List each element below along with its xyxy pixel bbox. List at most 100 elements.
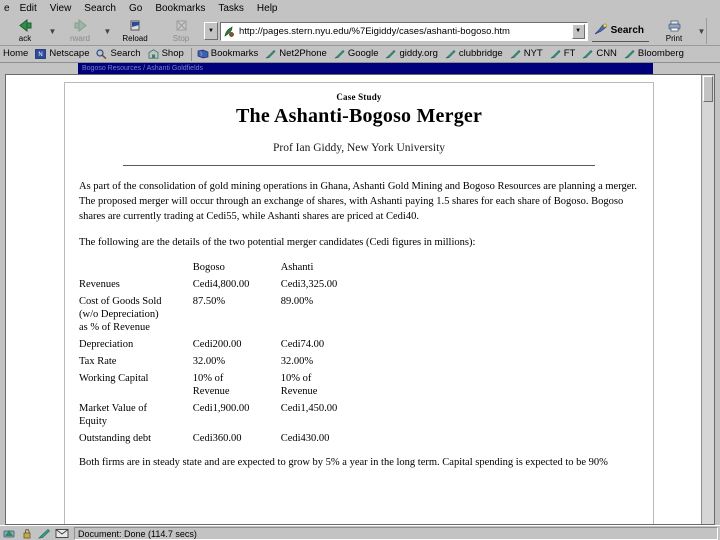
forward-button[interactable]: rward: [57, 17, 103, 45]
search-button[interactable]: Search: [591, 20, 649, 42]
bookmark-pencil-icon: [385, 49, 396, 59]
personal-item-google[interactable]: Google: [334, 48, 378, 60]
personal-toolbar-separator: [190, 47, 192, 61]
personal-item-netscape[interactable]: N Netscape: [35, 48, 89, 60]
search-icon-svg: [594, 23, 607, 35]
page-scrollbar[interactable]: [701, 75, 714, 524]
document-paragraph-1: As part of the consolidation of gold min…: [79, 181, 637, 222]
personal-item-giddy-org-label: giddy.org: [399, 48, 438, 59]
forward-arrow-icon: [73, 18, 88, 34]
row-value-ashanti: 89.00%: [280, 296, 314, 307]
menu-item-view[interactable]: View: [44, 1, 79, 16]
bookmark-pencil-icon: [510, 49, 521, 59]
toolbar-grip[interactable]: [706, 18, 718, 44]
pencil-icon-svg: [266, 50, 276, 59]
scrollbar-thumb[interactable]: [703, 76, 713, 102]
personal-item-ft[interactable]: FT: [550, 48, 575, 60]
compose-icon-svg: [38, 528, 51, 538]
netscape-icon: N: [35, 49, 47, 59]
row-value-ashanti: 10% of Revenue: [280, 373, 318, 397]
row-value-bogoso: Cedi360.00: [192, 433, 242, 444]
document-byline: Prof Ian Giddy, New York University: [272, 142, 446, 154]
table-row: Revenues Cedi4,800.00 Cedi3,325.00: [79, 278, 379, 295]
row-value-bogoso: Cedi4,800.00: [192, 279, 250, 290]
menu-item-file[interactable]: e: [2, 1, 14, 16]
row-value-bogoso: 10% of Revenue: [192, 373, 230, 397]
mail-icon[interactable]: [53, 527, 70, 540]
row-label: Tax Rate: [79, 356, 117, 367]
pencil-icon-svg: [510, 50, 521, 59]
personal-item-clubbridge[interactable]: clubbridge: [445, 48, 503, 60]
row-value-ashanti: Cedi74.00: [280, 339, 325, 350]
personal-item-shop[interactable]: Shop: [148, 48, 184, 60]
personal-item-search[interactable]: Search: [96, 48, 141, 60]
menu-item-go[interactable]: Go: [123, 1, 149, 16]
pencil-icon-svg: [386, 50, 396, 59]
reload-icon: [128, 19, 143, 34]
address-dropdown-caret[interactable]: ▼: [571, 23, 585, 39]
bookmark-pencil-icon: [550, 49, 561, 59]
column-header-blank: [79, 261, 193, 278]
back-button[interactable]: ack: [2, 17, 48, 45]
reload-svg: [130, 20, 139, 31]
content-area: Bogoso Resources / Ashanti Goldfields Ca…: [0, 63, 720, 525]
address-history-caret[interactable]: ▼: [204, 22, 218, 40]
table-row: Market Value of Equity Cedi1,900.00 Cedi…: [79, 402, 379, 432]
personal-item-search-label: Search: [110, 48, 141, 59]
personal-item-clubbridge-label: clubbridge: [458, 48, 503, 59]
bookmark-pencil-icon: [624, 49, 635, 59]
document-kicker: Case Study: [336, 92, 382, 102]
row-label: Depreciation: [79, 339, 134, 350]
online-icon[interactable]: [2, 527, 19, 540]
personal-item-bloomberg[interactable]: Bloomberg: [624, 48, 684, 60]
address-bar: ▼ http://pages.stern.nyu.edu/%7Eigiddy/c…: [204, 21, 588, 41]
menu-item-bookmarks[interactable]: Bookmarks: [149, 1, 212, 16]
menu-item-tasks[interactable]: Tasks: [212, 1, 251, 16]
column-header-bogoso: Bogoso: [192, 262, 225, 273]
page-viewport: Case Study The Ashanti-Bogoso Merger Pro…: [5, 74, 715, 525]
reload-button[interactable]: Reload: [112, 17, 158, 45]
print-dropdown-caret[interactable]: ▼: [697, 18, 706, 44]
stop-button[interactable]: Stop: [158, 17, 204, 45]
table-header: Bogoso Ashanti: [79, 261, 379, 278]
search-icon: [594, 23, 608, 38]
menu-item-edit[interactable]: Edit: [14, 1, 44, 16]
personal-item-nyt[interactable]: NYT: [510, 48, 543, 60]
netscape-icon-svg: N: [35, 49, 47, 59]
menu-item-help[interactable]: Help: [251, 1, 285, 16]
svg-text:N: N: [39, 52, 43, 58]
bookmarks-icon-svg: [197, 49, 209, 59]
table-row: Cost of Goods Sold (w/o Depreciation) as…: [79, 295, 379, 338]
row-label: Outstanding debt: [79, 433, 152, 444]
compose-icon[interactable]: [36, 527, 53, 540]
table-header-row: Bogoso Ashanti: [79, 261, 379, 278]
menu-bar: e Edit View Search Go Bookmarks Tasks He…: [0, 0, 720, 17]
browser-window: e Edit View Search Go Bookmarks Tasks He…: [0, 0, 720, 540]
print-button[interactable]: Print: [651, 17, 697, 45]
personal-item-home[interactable]: Home: [3, 48, 28, 60]
security-icon[interactable]: [19, 527, 36, 540]
address-input-wrapper[interactable]: http://pages.stern.nyu.edu/%7Eigiddy/cas…: [220, 21, 588, 41]
personal-toolbar: Home N Netscape Search Shop Bookmarks Ne…: [0, 46, 720, 63]
document-paragraph-2: The following are the details of the two…: [79, 237, 476, 248]
personal-item-net2phone-label: Net2Phone: [279, 48, 327, 59]
security-icon-svg: [23, 528, 31, 538]
print-button-label: Print: [665, 34, 683, 43]
row-label: Working Capital: [79, 373, 149, 384]
table-body: Revenues Cedi4,800.00 Cedi3,325.00 Cost …: [79, 278, 379, 449]
back-dropdown-caret[interactable]: ▼: [48, 18, 57, 44]
address-input[interactable]: http://pages.stern.nyu.edu/%7Eigiddy/cas…: [239, 26, 572, 37]
row-value-ashanti: 32.00%: [280, 356, 314, 367]
page-title: The Ashanti-Bogoso Merger: [235, 105, 483, 127]
forward-dropdown-caret[interactable]: ▼: [103, 18, 112, 44]
personal-item-cnn[interactable]: CNN: [582, 48, 617, 60]
back-arrow-icon: [18, 18, 33, 34]
table-row: Working Capital 10% of Revenue 10% of Re…: [79, 372, 379, 402]
status-message: Document: Done (114.7 secs): [74, 526, 718, 540]
personal-item-bookmarks[interactable]: Bookmarks: [197, 48, 258, 60]
forward-arrow-svg: [74, 18, 87, 33]
row-value-bogoso: 87.50%: [192, 296, 226, 307]
personal-item-net2phone[interactable]: Net2Phone: [265, 48, 327, 60]
menu-item-search[interactable]: Search: [78, 1, 123, 16]
personal-item-giddy-org[interactable]: giddy.org: [385, 48, 438, 60]
